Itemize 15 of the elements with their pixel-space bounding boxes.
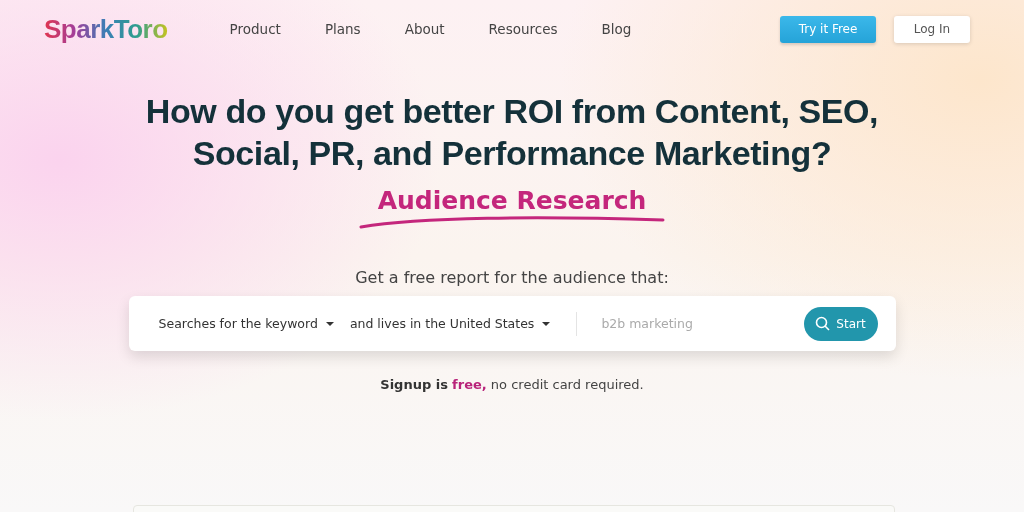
location-dropdown[interactable]: and lives in the United States (341, 316, 559, 331)
nav-link[interactable]: Plans (302, 21, 383, 37)
criteria-dropdown[interactable]: Searches for the keyword (150, 316, 342, 331)
nav-link[interactable]: Product (207, 21, 303, 37)
search-icon (815, 316, 831, 331)
prompt-text: Get a free report for the audience that: (355, 268, 669, 287)
headline: How do you get better ROI from Content, SEO, Social, PR, and Performance Marketing? (144, 91, 880, 174)
nav-link[interactable]: Resources (466, 21, 580, 37)
keyword-field[interactable]: b2b marketing (599, 315, 804, 332)
signup-note: Signup is free, no credit card required. (380, 377, 644, 392)
login-button[interactable]: Log In (894, 15, 970, 43)
nav-link[interactable]: Blog (579, 21, 654, 37)
tagline: Audience Research (377, 186, 647, 216)
underline-swoosh-icon (359, 214, 665, 230)
nav-link[interactable]: About (382, 21, 467, 37)
